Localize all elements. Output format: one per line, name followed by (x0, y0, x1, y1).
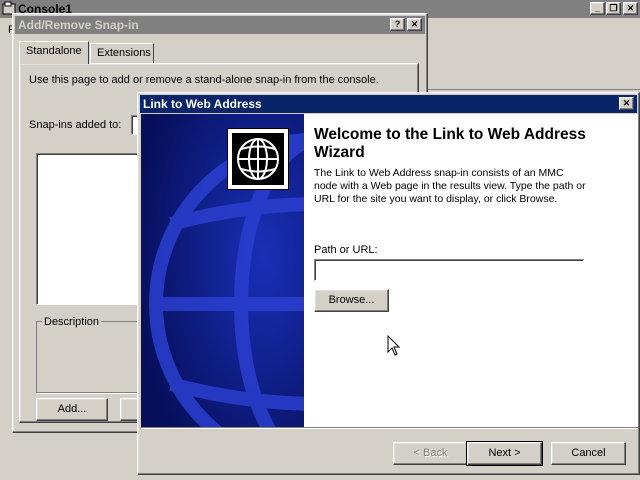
link-to-web-address-wizard: Link to Web Address ✕ Welcome to the Lin… (137, 92, 640, 475)
wizard-content: Welcome to the Link to Web Address Wizar… (304, 114, 638, 427)
tab-label: Standalone (26, 45, 82, 57)
path-or-url-input[interactable] (314, 259, 584, 281)
mouse-cursor-icon (387, 335, 401, 356)
path-or-url-label: Path or URL: (314, 244, 378, 256)
snapins-added-to-label: Snap-ins added to: (29, 119, 122, 131)
console-minimize-button[interactable]: _ (590, 2, 605, 15)
browse-button[interactable]: Browse... (314, 289, 389, 312)
wizard-title: Link to Web Address (143, 97, 262, 111)
description-label: Description (42, 316, 102, 328)
close-icon: ✕ (622, 98, 631, 108)
standalone-intro-text: Use this page to add or remove a stand-a… (29, 74, 379, 86)
wizard-description: The Link to Web Address snap-in consists… (314, 167, 586, 205)
help-icon: ? (394, 19, 401, 29)
add-remove-close-button[interactable]: ✕ (407, 18, 422, 31)
close-icon: ✕ (626, 3, 635, 13)
console-close-button[interactable]: ✕ (623, 2, 638, 15)
add-remove-title: Add/Remove Snap-in (18, 18, 139, 32)
wizard-close-button[interactable]: ✕ (619, 97, 634, 110)
help-button[interactable]: ? (390, 18, 405, 31)
wizard-divider (141, 427, 638, 429)
add-button[interactable]: Add... (36, 398, 108, 421)
back-button[interactable]: < Back (393, 442, 468, 465)
console-restore-button[interactable]: ❐ (606, 2, 621, 15)
add-remove-titlebar[interactable]: Add/Remove Snap-in ? ✕ (15, 16, 425, 34)
wizard-banner (141, 114, 304, 427)
tab-label: Extensions (97, 47, 151, 59)
globe-icon (227, 128, 289, 190)
minimize-icon: _ (594, 3, 600, 13)
close-icon: ✕ (410, 19, 419, 29)
next-button[interactable]: Next > (466, 441, 543, 466)
tab-extensions[interactable]: Extensions (90, 43, 154, 63)
tab-standalone[interactable]: Standalone (19, 41, 89, 64)
console-toolbar-area (426, 20, 640, 90)
wizard-heading: Welcome to the Link to Web Address Wizar… (314, 126, 586, 160)
cancel-button[interactable]: Cancel (551, 442, 626, 465)
restore-icon: ❐ (609, 3, 618, 13)
wizard-titlebar[interactable]: Link to Web Address ✕ (140, 95, 637, 113)
